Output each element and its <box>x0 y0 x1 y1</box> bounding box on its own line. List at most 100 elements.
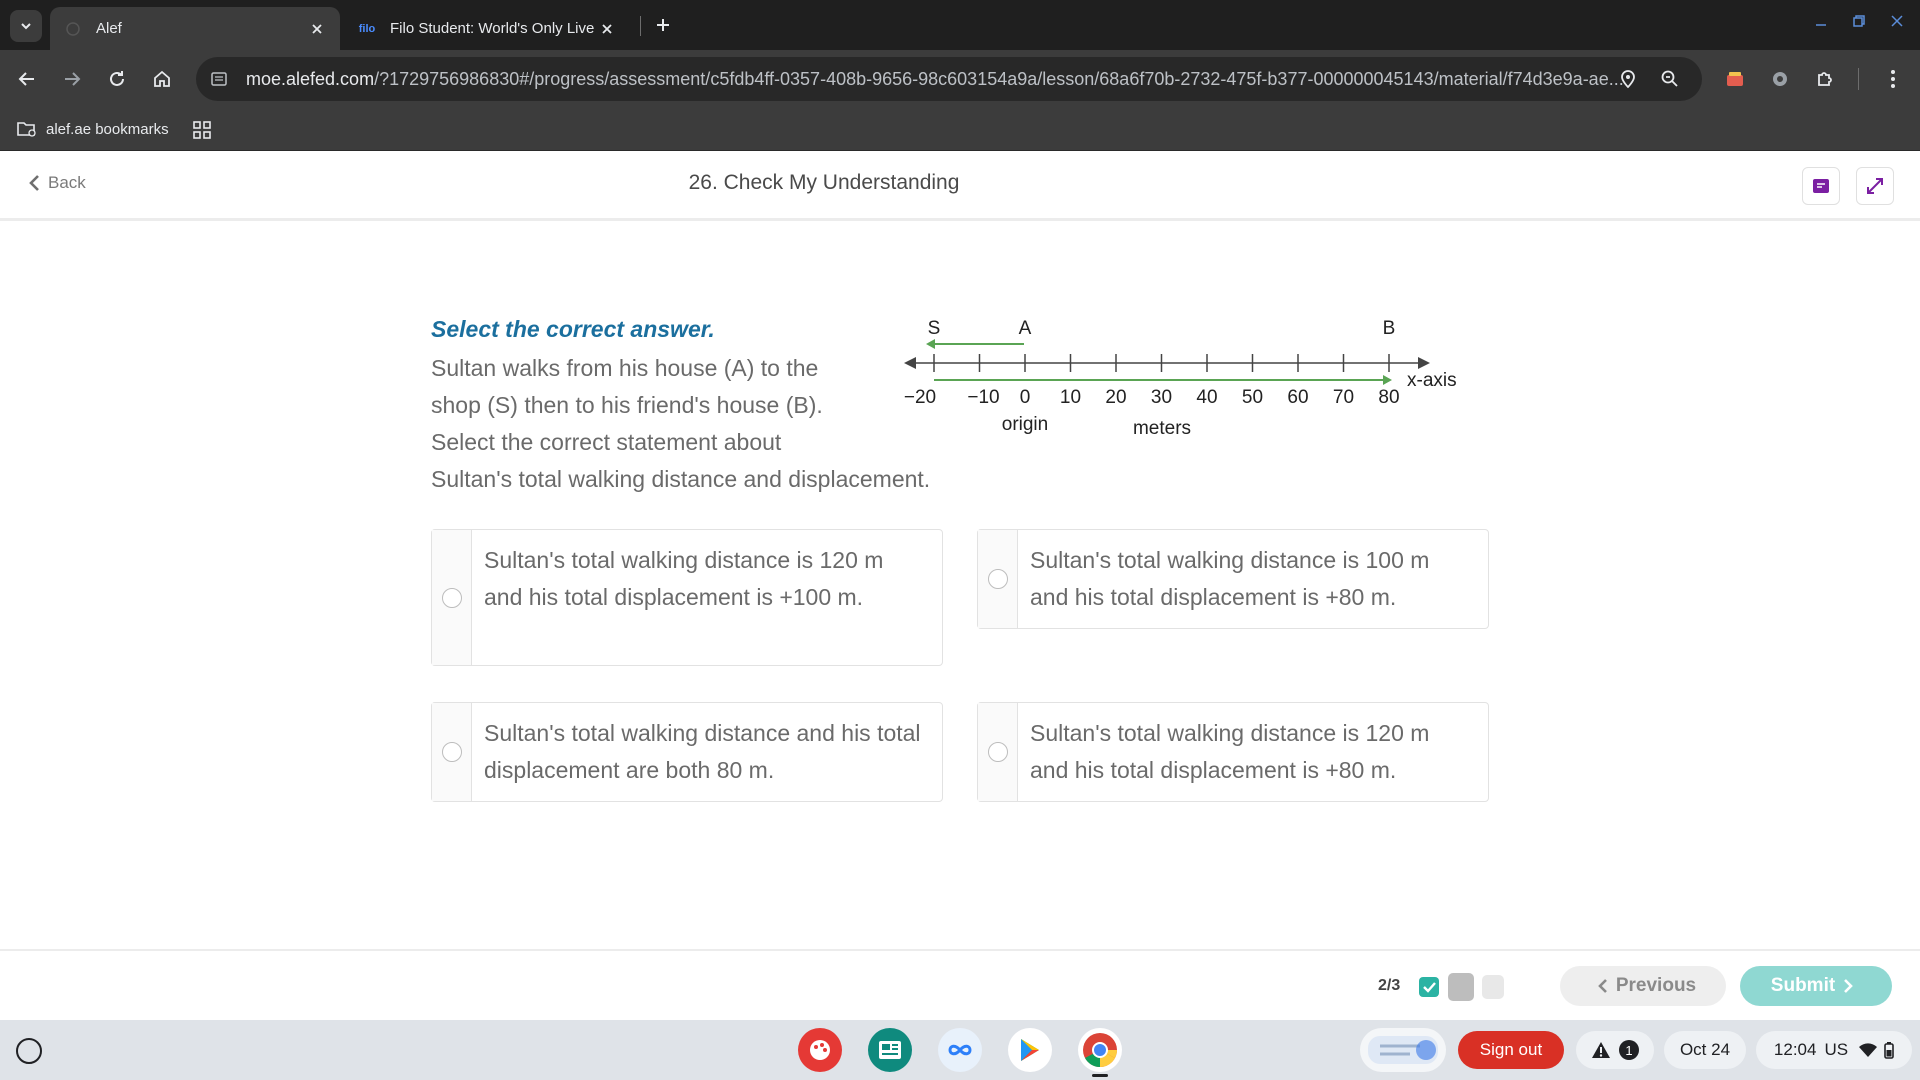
radio-button[interactable] <box>441 742 462 762</box>
answer-option-4[interactable]: Sultan's total walking distance is 120 m… <box>977 702 1489 802</box>
axis-tick-label: 80 <box>1378 387 1399 408</box>
bookmark-folder[interactable]: alef.ae bookmarks <box>16 117 169 141</box>
axis-tick-labels: −20 −10 0 10 20 30 40 50 60 70 80 <box>904 387 1400 408</box>
zoom-icon[interactable] <box>1658 67 1682 91</box>
date-tray[interactable]: Oct 24 <box>1664 1031 1746 1069</box>
axis-tick-label: 40 <box>1196 387 1217 408</box>
tab-title: Alef <box>96 20 122 37</box>
reload-button[interactable] <box>102 64 132 94</box>
radio-cell[interactable] <box>432 530 472 665</box>
close-tab-icon[interactable] <box>308 20 326 38</box>
page-title: 26. Check My Understanding <box>688 171 960 194</box>
location-icon[interactable] <box>1616 67 1640 91</box>
home-button[interactable] <box>147 64 177 94</box>
play-store-icon[interactable] <box>1008 1028 1052 1072</box>
extension-circle-icon <box>1773 72 1787 86</box>
toolbar-separator <box>1858 68 1859 90</box>
restore-button[interactable] <box>1846 8 1872 34</box>
previous-button[interactable]: Previous <box>1560 966 1726 1006</box>
option-text: Sultan's total walking distance is 120 m… <box>1030 720 1430 783</box>
extension-button[interactable] <box>1765 64 1795 94</box>
checkbox-checked-icon <box>1419 977 1439 997</box>
forward-nav-button[interactable] <box>57 64 87 94</box>
puzzle-icon <box>1818 72 1832 86</box>
menu-button[interactable] <box>1878 64 1908 94</box>
launcher-button[interactable] <box>16 1038 42 1064</box>
apps-grid-icon[interactable] <box>192 120 212 140</box>
url-domain: moe.alefed.com <box>246 68 375 89</box>
answer-option-1[interactable]: Sultan's total walking distance is 120 m… <box>431 529 943 666</box>
radio-button[interactable] <box>441 587 462 608</box>
address-bar[interactable]: moe.alefed.com/?1729756986830#/progress/… <box>196 57 1702 101</box>
alef-favicon-icon <box>64 20 82 38</box>
screencast-extension-button[interactable] <box>1720 64 1750 94</box>
new-tab-button[interactable] <box>650 12 676 38</box>
palette-app-icon[interactable] <box>798 1028 842 1072</box>
axis-tick-label: −10 <box>967 387 999 408</box>
chrome-icon[interactable] <box>1078 1028 1122 1072</box>
radio-button[interactable] <box>987 742 1008 762</box>
axis-tick-label: 60 <box>1287 387 1308 408</box>
os-shelf: Sign out 1 Oct 24 12:04 US <box>0 1020 1920 1080</box>
radio-cell[interactable] <box>978 703 1018 801</box>
radio-button[interactable] <box>987 569 1008 589</box>
browser-tabstrip: Alef filo Filo Student: World's Only Liv… <box>0 0 1920 50</box>
radio-cell[interactable] <box>432 703 472 801</box>
option-text: Sultan's total walking distance is 100 m… <box>1030 547 1430 610</box>
previous-label: Previous <box>1615 975 1697 996</box>
expand-icon <box>1867 178 1883 194</box>
battery-icon <box>1884 1042 1894 1059</box>
axis-tick-label: 50 <box>1242 387 1263 408</box>
close-window-button[interactable] <box>1884 8 1910 34</box>
screencast-icon <box>1727 72 1743 86</box>
progress-step-pending[interactable] <box>1482 975 1504 999</box>
filo-favicon-icon: filo <box>358 22 376 35</box>
submit-button[interactable]: Submit <box>1740 966 1892 1006</box>
question-line: Sultan's total walking distance and disp… <box>431 466 931 492</box>
extensions-button[interactable] <box>1810 64 1840 94</box>
link-app-icon[interactable] <box>938 1028 982 1072</box>
arrow-a-to-s-head <box>926 339 935 349</box>
axis-tick-label: −20 <box>904 387 936 408</box>
axis-tick-label: 30 <box>1151 387 1172 408</box>
site-info-icon[interactable] <box>210 70 228 88</box>
answer-option-3[interactable]: Sultan's total walking distance and his … <box>431 702 943 802</box>
tab-title: Filo Student: World's Only Live I <box>390 20 598 37</box>
axis-tick-label: 0 <box>1020 387 1031 408</box>
axis-tick-label: 70 <box>1333 387 1354 408</box>
reader-button[interactable] <box>1802 167 1840 205</box>
browser-toolbar: moe.alefed.com/?1729756986830#/progress/… <box>0 50 1920 108</box>
sign-out-button[interactable]: Sign out <box>1458 1031 1564 1069</box>
back-nav-button[interactable] <box>12 64 42 94</box>
notification-tray[interactable]: 1 <box>1576 1031 1654 1069</box>
radio-cell[interactable] <box>978 530 1018 628</box>
status-tray[interactable]: 12:04 US <box>1756 1031 1912 1069</box>
fullscreen-button[interactable] <box>1856 167 1894 205</box>
progress-step-completed[interactable] <box>1418 975 1440 999</box>
tab-search-button[interactable] <box>10 10 42 42</box>
wifi-icon <box>1859 1043 1878 1057</box>
question-progress: 2/3 <box>1378 977 1401 994</box>
close-tab-icon[interactable] <box>598 20 616 38</box>
home-icon <box>154 70 170 87</box>
url-text: moe.alefed.com/?1729756986830#/progress/… <box>246 69 1636 90</box>
progress-step-current[interactable] <box>1448 973 1474 1001</box>
clock-time: 12:04 <box>1773 1040 1817 1059</box>
tote-thumbnail[interactable] <box>1360 1028 1446 1072</box>
submit-label: Submit <box>1770 975 1836 996</box>
arrow-s-to-b-head <box>1383 375 1392 385</box>
locale-indicator: US <box>1824 1040 1849 1059</box>
minimize-button[interactable] <box>1808 8 1834 34</box>
point-label-b: B <box>1383 318 1396 339</box>
number-line-diagram: −20 −10 0 10 20 30 40 50 60 70 80 S A B x-axis ori… <box>904 318 1457 439</box>
axis-label: x-axis <box>1407 370 1457 391</box>
origin-label: origin <box>1002 414 1048 435</box>
classroom-app-icon[interactable] <box>868 1028 912 1072</box>
option-text: Sultan's total walking distance and his … <box>484 720 921 783</box>
lesson-footer: 2/3 Previous Submit <box>0 949 1920 1020</box>
answer-option-2[interactable]: Sultan's total walking distance is 100 m… <box>977 529 1489 629</box>
point-label-a: A <box>1019 318 1032 339</box>
tab-alef[interactable]: Alef <box>50 7 340 50</box>
tab-filo[interactable]: filo Filo Student: World's Only Live I <box>344 7 630 50</box>
folder-icon <box>17 122 36 137</box>
